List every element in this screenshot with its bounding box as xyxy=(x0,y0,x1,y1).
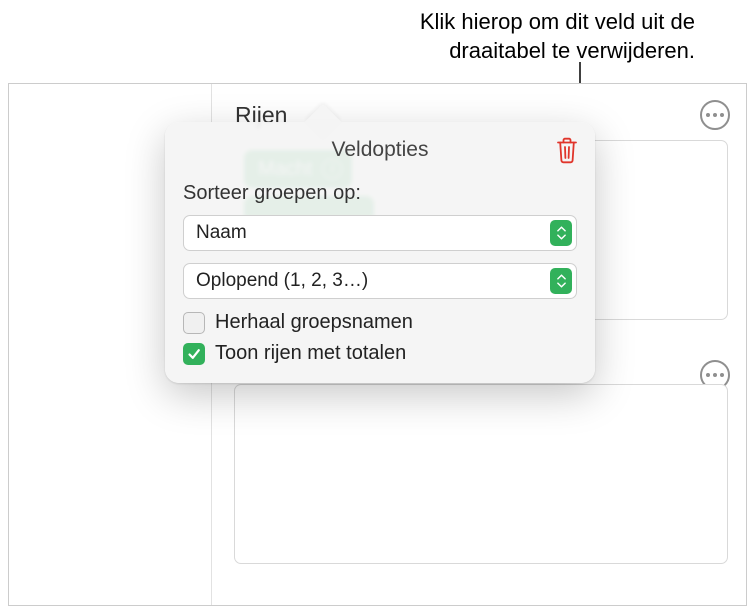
dot-icon xyxy=(706,113,710,117)
up-down-icon xyxy=(550,268,572,294)
repeat-group-names-label: Herhaal groepsnamen xyxy=(215,311,413,334)
more-options-button-rows[interactable] xyxy=(700,100,730,130)
callout-line-1: Klik hierop om dit veld uit de xyxy=(420,9,695,34)
dot-icon xyxy=(720,113,724,117)
repeat-group-names-row[interactable]: Herhaal groepsnamen xyxy=(183,311,577,334)
popover-title: Veldopties xyxy=(332,138,429,161)
show-totals-row[interactable]: Toon rijen met totalen xyxy=(183,342,577,365)
dot-icon xyxy=(720,373,724,377)
callout-line-2: draaitabel te verwijderen. xyxy=(449,38,695,63)
show-totals-checkbox[interactable] xyxy=(183,343,205,365)
lower-drop-area[interactable] xyxy=(234,384,728,564)
sort-by-value: Naam xyxy=(196,222,247,244)
callout-text: Klik hierop om dit veld uit de draaitabe… xyxy=(0,8,695,65)
field-options-popover: Veldopties Sorteer groepen op: Naam Oplo… xyxy=(165,122,595,383)
sort-by-select[interactable]: Naam xyxy=(183,215,577,251)
dot-icon xyxy=(713,373,717,377)
up-down-icon xyxy=(550,220,572,246)
sort-order-select[interactable]: Oplopend (1, 2, 3…) xyxy=(183,263,577,299)
sort-order-value: Oplopend (1, 2, 3…) xyxy=(196,270,368,292)
popover-header: Veldopties xyxy=(183,138,577,162)
trash-icon xyxy=(555,136,579,164)
sort-groups-label: Sorteer groepen op: xyxy=(183,182,577,205)
dot-icon xyxy=(706,373,710,377)
dot-icon xyxy=(713,113,717,117)
checkmark-icon xyxy=(187,347,201,361)
show-totals-label: Toon rijen met totalen xyxy=(215,342,406,365)
delete-field-button[interactable] xyxy=(555,136,579,164)
repeat-group-names-checkbox[interactable] xyxy=(183,312,205,334)
